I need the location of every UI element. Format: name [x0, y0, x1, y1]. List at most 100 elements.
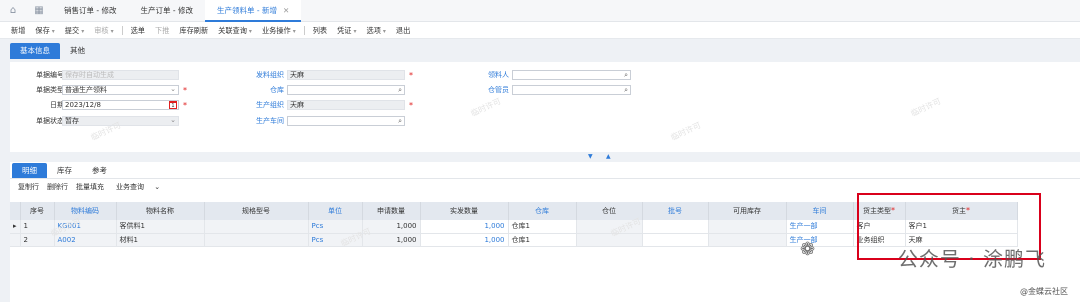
toolbar-divider — [121, 25, 123, 35]
prod-org-field[interactable]: 天麻 — [287, 100, 405, 110]
col-material-code[interactable]: 物料编码 — [54, 202, 117, 220]
col-req-qty[interactable]: 申请数量 — [362, 202, 421, 220]
stock-refresh-button[interactable]: 库存刷新 — [174, 22, 213, 39]
cell-lot[interactable] — [642, 220, 709, 234]
tab-sales-order[interactable]: 销售订单 - 修改 — [52, 0, 128, 22]
col-warehouse[interactable]: 仓库 — [508, 202, 577, 220]
tab-label: 生产订单 - 修改 — [140, 5, 193, 15]
col-lot[interactable]: 批号 — [642, 202, 709, 220]
required-mark: * — [183, 86, 187, 95]
tab-stock[interactable]: 库存 — [47, 163, 82, 178]
required-mark: * — [409, 101, 413, 110]
cell-warehouse[interactable]: 仓库1 — [508, 220, 577, 234]
picker-label[interactable]: 领料人 — [455, 70, 509, 80]
cell-material-code[interactable]: A002 — [54, 233, 117, 247]
search-icon[interactable]: ⌕ — [398, 117, 402, 125]
keeper-field[interactable]: ⌕ — [512, 85, 631, 95]
tab-basic-info[interactable]: 基本信息 — [10, 43, 60, 59]
workshop-field[interactable]: ⌕ — [287, 116, 405, 126]
col-act-qty[interactable]: 实发数量 — [420, 202, 509, 220]
cell-lot[interactable] — [642, 233, 709, 247]
business-operation-button[interactable]: 业务操作 ▾ — [257, 22, 301, 39]
col-unit[interactable]: 单位 — [308, 202, 363, 220]
row-marker-header — [10, 202, 21, 220]
chevron-down-icon: ▾ — [292, 27, 296, 35]
tab-reference[interactable]: 参考 — [82, 163, 117, 178]
calendar-icon[interactable]: 1 — [169, 101, 177, 109]
tab-production-picking[interactable]: 生产领料单 - 新增 ✕ — [204, 0, 302, 22]
exit-button[interactable]: 退出 — [391, 22, 415, 39]
warehouse-label[interactable]: 仓库 — [230, 85, 284, 95]
cell-warehouse[interactable]: 仓库1 — [508, 233, 577, 247]
batch-fill-button[interactable]: 批量填充 — [72, 182, 108, 192]
new-button[interactable]: 新增 — [6, 22, 30, 39]
chevron-down-icon: ⌄ — [154, 183, 161, 191]
collapse-down-icon[interactable]: ▼ — [588, 153, 593, 160]
date-value: 2023/12/8 — [65, 101, 101, 109]
business-label: 业务操作 — [261, 25, 291, 35]
copy-row-button[interactable]: 复制行 — [14, 182, 43, 192]
bill-no-field[interactable]: 保存时自动生成 — [62, 70, 179, 80]
tab-production-order[interactable]: 生产订单 - 修改 — [128, 0, 204, 22]
cell-workshop[interactable]: 生产一部 — [786, 220, 854, 234]
search-icon[interactable]: ⌕ — [398, 86, 402, 94]
workshop-label[interactable]: 生产车间 — [230, 116, 284, 126]
cell-available — [708, 233, 787, 247]
audit-button[interactable]: 审核 ▾ — [89, 22, 118, 39]
search-icon[interactable]: ⌕ — [624, 86, 628, 94]
issue-org-label[interactable]: 发料组织 — [230, 70, 284, 80]
home-icon[interactable]: ⌂ — [0, 0, 26, 22]
cell-location[interactable] — [576, 233, 643, 247]
cell-material-name: 客供料1 — [116, 220, 205, 234]
delete-row-button[interactable]: 删除行 — [43, 182, 72, 192]
business-query-button[interactable]: 业务查询 ⌄ — [108, 182, 168, 192]
options-label: 选项 — [366, 25, 381, 35]
cell-act-qty[interactable]: 1,000 — [420, 220, 509, 234]
cell-available — [708, 220, 787, 234]
date-field[interactable]: 2023/12/8 1 — [62, 100, 179, 110]
chevron-down-icon: ▾ — [382, 27, 386, 35]
business-query-label: 业务查询 — [116, 183, 144, 191]
related-query-button[interactable]: 关联查询 ▾ — [213, 22, 257, 39]
status-value: 暂存 — [65, 117, 79, 125]
splitter[interactable] — [0, 152, 1080, 162]
bill-no-label: 单据编号 — [36, 71, 64, 79]
select-bill-button[interactable]: 选单 — [126, 22, 150, 39]
watermark-site: @金蝶云社区 — [1020, 287, 1068, 296]
row-marker — [10, 233, 21, 247]
keeper-label[interactable]: 仓管员 — [455, 85, 509, 95]
status-label: 单据状态 — [36, 117, 64, 125]
license-watermark: 临时许可 — [469, 96, 503, 119]
list-button[interactable]: 列表 — [308, 22, 332, 39]
detail-tabs: 明细 库存 参考 — [10, 162, 1080, 179]
row-marker: ▸ — [10, 220, 21, 234]
tab-detail[interactable]: 明细 — [12, 163, 47, 178]
prod-org-label[interactable]: 生产组织 — [230, 100, 284, 110]
col-workshop[interactable]: 车间 — [786, 202, 854, 220]
close-icon[interactable]: ✕ — [283, 6, 289, 15]
issue-org-field[interactable]: 天麻 — [287, 70, 405, 80]
submit-button[interactable]: 提交 ▾ — [60, 22, 89, 39]
col-available[interactable]: 可用库存 — [708, 202, 787, 220]
collapse-up-icon[interactable]: ▲ — [606, 153, 611, 160]
voucher-button[interactable]: 凭证 ▾ — [332, 22, 361, 39]
bill-type-value: 普通生产领料 — [65, 86, 107, 94]
picker-field[interactable]: ⌕ — [512, 70, 631, 80]
chevron-down-icon: ▾ — [110, 27, 114, 35]
save-button[interactable]: 保存 ▾ — [30, 22, 59, 39]
header-form: 单据编号 保存时自动生成 单据类型 普通生产领料 ⌄ * 日期 2023/12/8… — [10, 62, 1080, 152]
cell-spec — [204, 233, 309, 247]
bill-type-select[interactable]: 普通生产领料 ⌄ — [62, 85, 179, 95]
warehouse-field[interactable]: ⌕ — [287, 85, 405, 95]
col-spec[interactable]: 规格型号 — [204, 202, 309, 220]
search-icon[interactable]: ⌕ — [624, 71, 628, 79]
chevron-down-icon: ▾ — [248, 27, 252, 35]
col-seq[interactable]: 序号 — [20, 202, 55, 220]
apps-grid-icon[interactable]: ▦ — [26, 0, 52, 22]
tab-label: 销售订单 - 修改 — [64, 5, 117, 15]
push-down-button[interactable]: 下推 — [150, 22, 174, 39]
tab-other[interactable]: 其他 — [60, 43, 95, 59]
col-material-name[interactable]: 物料名称 — [116, 202, 205, 220]
cell-act-qty[interactable]: 1,000 — [420, 233, 509, 247]
options-button[interactable]: 选项 ▾ — [362, 22, 391, 39]
